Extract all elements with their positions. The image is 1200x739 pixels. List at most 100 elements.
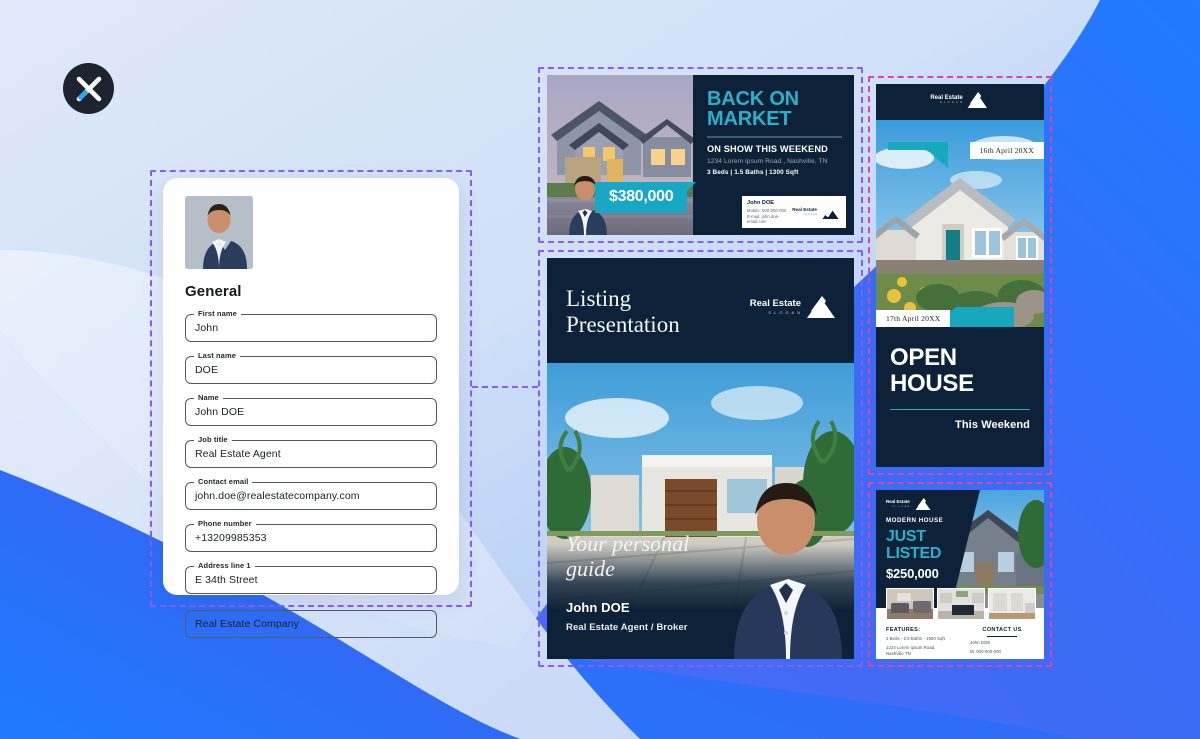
listing-presentation-title-line1: Listing — [566, 286, 632, 311]
field-label-phone-number: Phone number — [194, 519, 256, 528]
just-listed-kicker: MODERN HOUSE — [886, 517, 944, 524]
contact-line2: M: 000-000-000 — [970, 648, 1001, 654]
open-house-subhead: This Weekend — [955, 419, 1030, 432]
features-line2: 1234 Lorem ipsum Road, Nashville TN — [886, 645, 936, 656]
listing-presentation-header: Listing Presentation Real Estate S L O G… — [547, 258, 854, 363]
open-house-card[interactable]: Real Estate S L O G A N 16th April 20XX … — [876, 84, 1044, 467]
roof-mark-icon — [915, 498, 931, 510]
field-job-title[interactable]: Job title Real Estate Agent — [185, 435, 437, 468]
agent-role: Real Estate Agent / Broker — [566, 622, 688, 633]
field-value-phone-number: +13209985353 — [195, 532, 267, 544]
thumbnail-bathroom — [988, 588, 1036, 620]
just-listed-headline-line2: LISTED — [886, 545, 942, 562]
field-value-contact-email: john.doe@realestatecompany.com — [195, 490, 360, 502]
field-value-last-name: DOE — [195, 364, 219, 376]
form-to-cards-connector — [472, 386, 538, 388]
agent-cutout — [724, 473, 852, 659]
divider — [707, 136, 842, 138]
open-house-footer: OPEN HOUSE This Weekend — [876, 327, 1044, 467]
field-value-job-title: Real Estate Agent — [195, 448, 281, 460]
back-on-market-subhead: ON SHOW THIS WEEKEND — [707, 143, 828, 154]
field-label-name: Name — [194, 393, 223, 402]
field-company-name[interactable]: Real Estate Company — [185, 610, 437, 638]
roof-mark-icon — [822, 206, 839, 219]
brand-logo: Real Estate S L O G A N — [750, 296, 838, 318]
brand-logo-slogan: S L O G A N — [939, 101, 963, 105]
listing-presentation-script: Your personal guide — [566, 531, 689, 581]
features-line1: 3 Beds - 2.5 Baths - 1900 Sqft — [886, 636, 945, 641]
features-column: FEATURES: 3 Beds - 2.5 Baths - 1900 Sqft… — [886, 627, 950, 659]
roof-mark-icon — [968, 92, 988, 108]
field-first-name[interactable]: First name John — [185, 309, 437, 342]
field-value-company-name: Real Estate Company — [195, 618, 300, 630]
back-on-market-specs: 3 Beds | 1.5 Baths | 1300 Sqft — [707, 168, 799, 176]
contact-title: CONTACT US — [982, 627, 1022, 633]
app-logo[interactable] — [63, 63, 114, 114]
contact-email: E-mail: john.doe-email.com — [747, 214, 780, 224]
agent-contact-block: John DOE Mobile: 000-000-000 E-mail: joh… — [742, 196, 846, 228]
contact-line1: John DOE — [970, 639, 991, 645]
just-listed-price: $250,000 — [886, 566, 939, 581]
thumbnail-living-room — [886, 588, 934, 620]
open-house-headline-line2: HOUSE — [890, 370, 974, 397]
field-value-first-name: John — [195, 322, 219, 334]
contact-name: John DOE — [747, 200, 775, 206]
field-label-contact-email: Contact email — [194, 477, 253, 486]
listing-presentation-card[interactable]: Listing Presentation Real Estate S L O G… — [547, 258, 854, 659]
listing-presentation-body: Your personal guide John DOE Real Estate… — [547, 363, 854, 659]
field-last-name[interactable]: Last name DOE — [185, 351, 437, 384]
back-on-market-headline-line1: BACK ON — [707, 88, 799, 110]
just-listed-headline: JUST LISTED — [886, 528, 941, 562]
back-on-market-card[interactable]: BACK ON MARKET ON SHOW THIS WEEKEND 1234… — [547, 75, 854, 235]
field-label-last-name: Last name — [194, 351, 240, 360]
field-value-name: John DOE — [195, 406, 245, 418]
field-address-line-1[interactable]: Address line 1 E 34th Street — [185, 561, 437, 594]
back-on-market-address: 1234 Lorem ipsum Road , Nashville, TN — [707, 157, 828, 165]
brand-logo-name: Real Estate — [792, 207, 817, 212]
thumbnail-kitchen — [937, 588, 985, 620]
agent-cutout-icon — [734, 483, 842, 659]
listing-presentation-title: Listing Presentation — [566, 286, 680, 338]
field-name[interactable]: Name John DOE — [185, 393, 437, 426]
open-house-photo: 16th April 20XX 17th April 20XX — [876, 120, 1044, 327]
living-room-photo-icon — [887, 589, 933, 619]
field-phone-number[interactable]: Phone number +13209985353 — [185, 519, 437, 552]
script-line2: guide — [566, 556, 615, 581]
divider — [987, 635, 1017, 637]
brand-logo: Real Estate S L O G A N — [930, 92, 989, 108]
roof-mark-icon — [807, 296, 835, 318]
avatar — [185, 196, 253, 269]
just-listed-headline-line1: JUST — [886, 528, 926, 545]
script-line1: Your personal — [566, 531, 690, 556]
field-label-job-title: Job title — [194, 435, 232, 444]
interior-thumbnails — [886, 588, 1036, 620]
features-title: FEATURES: — [886, 627, 921, 633]
date-tag-top: 16th April 20XX — [969, 142, 1044, 159]
brand-logo-name: Real Estate — [886, 499, 910, 505]
date-tag-bottom: 17th April 20XX — [876, 310, 951, 327]
just-listed-card[interactable]: Real Estate S L O G A N MODERN HOUSE JUS… — [876, 490, 1044, 659]
brand-logo-slogan: S L O G A N — [804, 212, 817, 216]
field-value-address-line-1: E 34th Street — [195, 574, 258, 586]
field-contact-email[interactable]: Contact email john.doe@realestatecompany… — [185, 477, 437, 510]
listing-presentation-title-line2: Presentation — [566, 312, 680, 337]
kitchen-photo-icon — [938, 589, 984, 619]
x-mark-logo-icon — [76, 76, 102, 102]
price-badge: $380,000 — [595, 182, 697, 213]
contact-column: CONTACT US John DOE M: 000-000-000 — [960, 627, 1034, 659]
divider — [890, 409, 1030, 411]
brand-logo-slogan: S L O G A N — [892, 505, 910, 508]
general-info-form: General First name John Last name DOE Na… — [163, 178, 459, 638]
brand-logo-name: Real Estate — [749, 298, 801, 310]
agent-headshot-icon — [185, 196, 253, 269]
open-house-headline-line1: OPEN — [890, 344, 957, 371]
contact-mobile: Mobile: 000-000-000 — [747, 207, 787, 213]
back-on-market-headline-line2: MARKET — [707, 108, 792, 130]
agent-name: John DOE — [566, 600, 630, 615]
brand-logo-slogan: S L O G A N — [768, 309, 801, 315]
bathroom-photo-icon — [989, 589, 1035, 619]
field-label-first-name: First name — [194, 309, 241, 318]
field-label-address-line-1: Address line 1 — [194, 561, 255, 570]
open-house-header: Real Estate S L O G A N — [876, 84, 1044, 120]
brand-logo: Real Estate S L O G A N — [792, 206, 841, 219]
